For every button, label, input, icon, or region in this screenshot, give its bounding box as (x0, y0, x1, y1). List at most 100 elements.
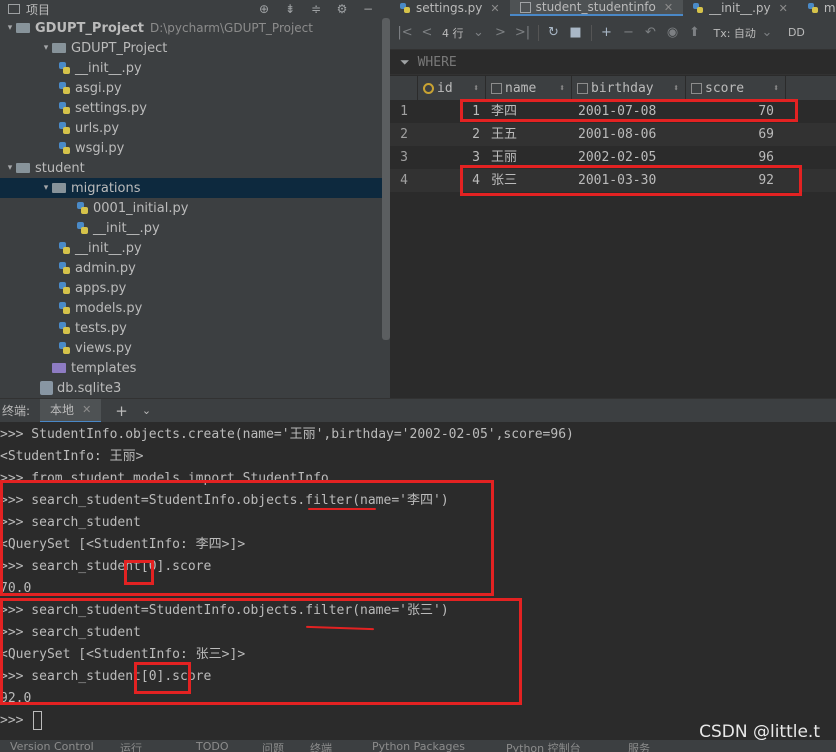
first-page-icon[interactable]: |< (394, 22, 416, 44)
add-row-icon[interactable]: + (596, 22, 618, 44)
row-number-header (390, 76, 418, 100)
delete-row-icon[interactable]: − (618, 22, 640, 44)
tree-item[interactable]: wsgi.py (0, 138, 390, 158)
close-icon[interactable]: ✕ (82, 403, 91, 416)
bottom-tool-button[interactable]: 问题 (262, 740, 284, 752)
tree-item-label: apps.py (75, 280, 127, 296)
column-header-name[interactable]: name ⬍ (486, 76, 572, 100)
tree-item[interactable]: templates (0, 358, 390, 378)
ddl-button[interactable]: DD (788, 26, 805, 39)
tree-item[interactable]: urls.py (0, 118, 390, 138)
tree-item[interactable]: ▾ GDUPT_Project D:\pycharm\GDUPT_Project (0, 18, 390, 38)
tree-item-label: 0001_initial.py (93, 200, 189, 216)
row-count-selector[interactable]: 4 行 (442, 25, 464, 41)
tree-item[interactable]: asgi.py (0, 78, 390, 98)
tree-item[interactable]: ▾ student (0, 158, 390, 178)
tree-item[interactable]: views.py (0, 338, 390, 358)
terminal-header: 终端: 本地 ✕ + ⌄ (0, 398, 836, 423)
tx-dropdown-chevron-icon[interactable]: ⌄ (756, 22, 778, 44)
python-file-icon (807, 2, 819, 14)
submit-icon[interactable]: ⬆ (684, 22, 706, 44)
bottom-tool-button[interactable]: Version Control (10, 740, 94, 752)
python-file-icon (76, 221, 89, 235)
previous-page-icon[interactable]: < (416, 22, 438, 44)
tree-item[interactable]: settings.py (0, 98, 390, 118)
preview-changes-icon[interactable]: ◉ (662, 22, 684, 44)
collapse-all-icon[interactable]: ⇟ (284, 3, 296, 15)
cell-name[interactable]: 王五 (491, 123, 571, 146)
table-row[interactable]: 2 2 王五 2001-08-06 69 (390, 123, 836, 146)
bottom-tool-button[interactable]: 服务 (628, 740, 650, 752)
terminal-tab-local[interactable]: 本地 ✕ (40, 398, 102, 423)
python-file-icon (58, 121, 71, 135)
editor-tab[interactable]: settings.py ✕ (390, 0, 510, 16)
editor-tab[interactable]: __init__.py ✕ (683, 0, 798, 16)
rows-dropdown-chevron-icon[interactable]: ⌄ (468, 22, 490, 44)
where-filter-bar[interactable]: ⏷ WHERE (390, 51, 836, 75)
cell-score[interactable]: 69 (686, 123, 778, 146)
sort-icon[interactable]: ⬍ (473, 83, 479, 94)
grid-header: id ⬍ name ⬍ birthday ⬍ score ⬍ (390, 76, 836, 100)
editor-tab-label: models (823, 1, 836, 15)
column-header-id[interactable]: id ⬍ (418, 76, 486, 100)
sort-icon[interactable]: ⬍ (559, 83, 565, 94)
sort-icon[interactable]: ⬍ (773, 83, 779, 94)
close-icon[interactable]: ✕ (779, 2, 788, 15)
tree-item[interactable]: __init__.py (0, 218, 390, 238)
terminal-cursor[interactable] (33, 711, 43, 730)
tree-item[interactable]: ▾ migrations (0, 178, 390, 198)
editor-tab[interactable]: models (798, 0, 836, 16)
tree-item-label: tests.py (75, 320, 127, 336)
stop-icon[interactable]: ■ (565, 22, 587, 44)
bottom-tool-button[interactable]: 运行 (120, 740, 142, 752)
where-label[interactable]: WHERE (418, 55, 457, 70)
expand-arrow-icon[interactable]: ▾ (40, 43, 52, 53)
editor-tab[interactable]: student_studentinfo ✕ (509, 0, 684, 16)
tree-item[interactable]: __init__.py (0, 58, 390, 78)
project-panel-title[interactable]: 项目 (26, 1, 50, 18)
python-file-icon (58, 261, 71, 275)
close-icon[interactable]: ✕ (664, 1, 673, 14)
bottom-tool-button[interactable]: Python Packages (372, 740, 465, 752)
terminal-line: >>> (0, 710, 43, 732)
cell-birthday[interactable]: 2001-08-06 (578, 123, 686, 146)
terminal-dropdown-chevron-icon[interactable]: ⌄ (142, 404, 151, 417)
folder-icon (52, 43, 66, 53)
tree-item[interactable]: 0001_initial.py (0, 198, 390, 218)
tree-item[interactable]: tests.py (0, 318, 390, 338)
expand-arrow-icon[interactable]: ▾ (40, 183, 52, 193)
column-header-birthday[interactable]: birthday ⬍ (572, 76, 686, 100)
new-terminal-plus-icon[interactable]: + (115, 402, 128, 420)
options-icon[interactable]: ≑ (310, 3, 322, 15)
python-file-icon (76, 201, 89, 215)
tree-item[interactable]: models.py (0, 298, 390, 318)
expand-arrow-icon[interactable]: ▾ (4, 23, 16, 33)
revert-icon[interactable]: ↶ (640, 22, 662, 44)
project-view-icon[interactable] (8, 4, 20, 14)
close-icon[interactable]: ✕ (490, 2, 499, 15)
locate-icon[interactable]: ⊕ (258, 3, 270, 15)
refresh-icon[interactable]: ↻ (543, 22, 565, 44)
tree-item[interactable]: admin.py (0, 258, 390, 278)
tree-item[interactable]: db.sqlite3 (0, 378, 390, 398)
tree-item-label: migrations (71, 180, 141, 196)
settings-gear-icon[interactable]: ⚙ (336, 3, 348, 15)
tree-item[interactable]: apps.py (0, 278, 390, 298)
annotation-box-query-2 (0, 598, 522, 705)
hide-panel-icon[interactable]: − (362, 3, 374, 15)
column-header-score[interactable]: score ⬍ (686, 76, 786, 100)
tree-item[interactable]: __init__.py (0, 238, 390, 258)
bottom-tool-button[interactable]: TODO (196, 740, 229, 752)
python-file-icon (400, 2, 411, 14)
next-page-icon[interactable]: > (490, 22, 512, 44)
cell-id[interactable]: 2 (418, 123, 486, 146)
filter-icon[interactable]: ⏷ (400, 55, 410, 70)
bottom-tool-button[interactable]: 终端 (310, 740, 332, 752)
project-scrollbar[interactable] (382, 18, 390, 340)
bottom-tool-button[interactable]: Python 控制台 (506, 740, 581, 752)
expand-arrow-icon[interactable]: ▾ (4, 163, 16, 173)
transaction-mode-selector[interactable]: Tx: 自动 (714, 25, 756, 41)
sort-icon[interactable]: ⬍ (673, 83, 679, 94)
tree-item[interactable]: ▾ GDUPT_Project (0, 38, 390, 58)
last-page-icon[interactable]: >| (512, 22, 534, 44)
